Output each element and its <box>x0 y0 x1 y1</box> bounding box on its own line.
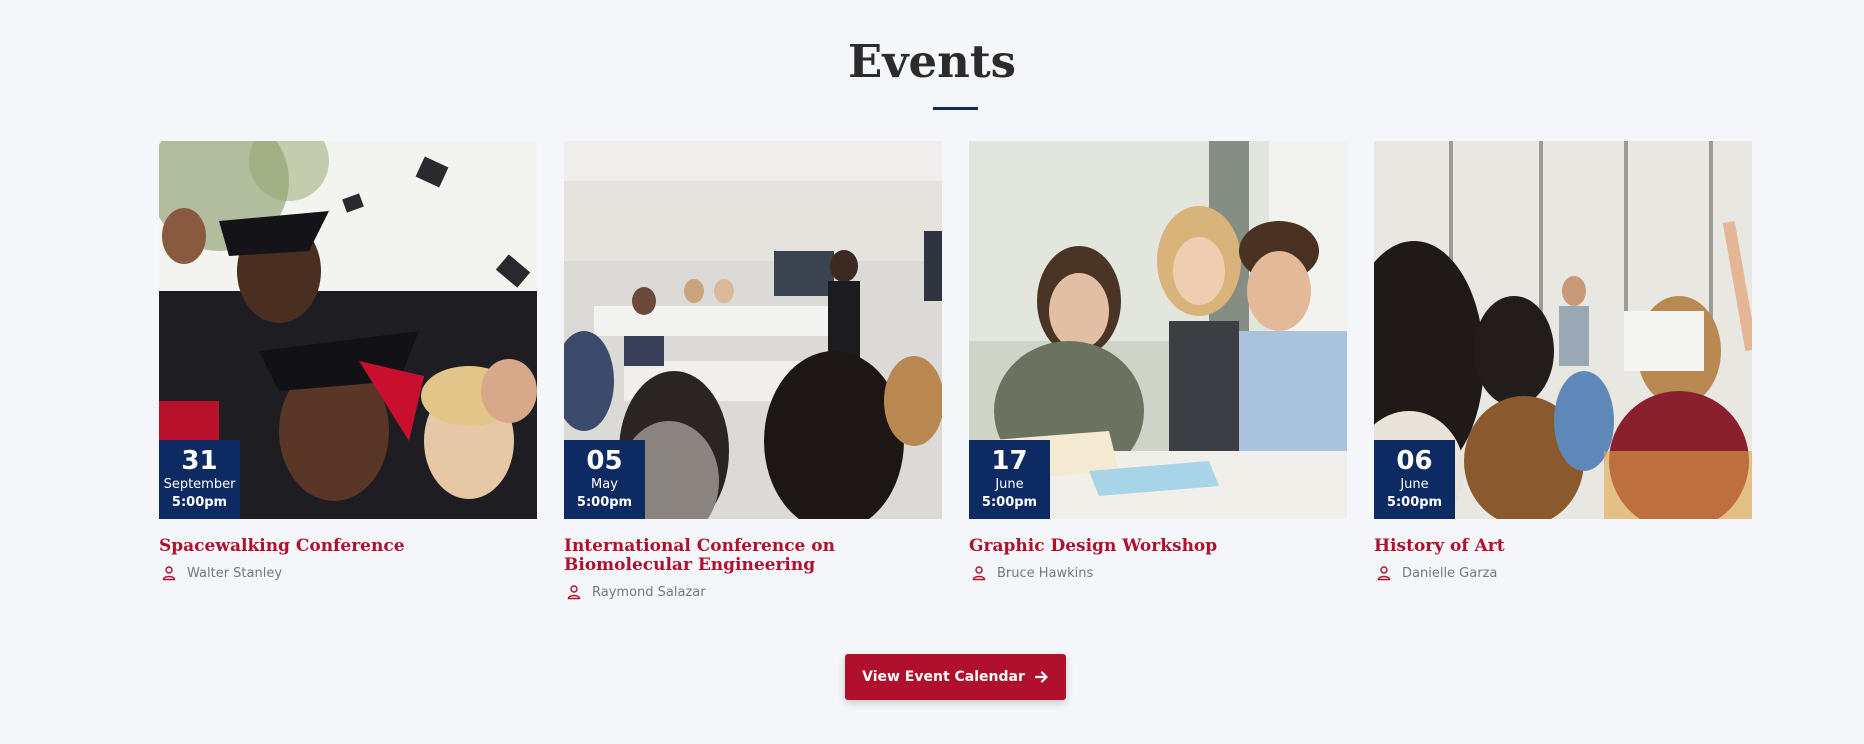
event-time: 5:00pm <box>981 495 1038 510</box>
event-card[interactable]: 31 September 5:00pm Spacewalking Confere… <box>159 141 537 600</box>
organizer-name: Raymond Salazar <box>592 584 706 600</box>
event-card[interactable]: 05 May 5:00pm International Conference o… <box>564 141 942 600</box>
event-image[interactable]: 31 September 5:00pm <box>159 141 537 519</box>
event-organizer: Bruce Hawkins <box>969 565 1347 581</box>
person-icon <box>567 585 581 600</box>
view-event-calendar-button[interactable]: View Event Calendar <box>845 654 1066 700</box>
section-title: Events <box>848 35 1016 88</box>
event-day: 31 <box>181 446 218 476</box>
event-title-link[interactable]: International Conference on Biomolecular… <box>564 537 942 575</box>
date-badge: 31 September 5:00pm <box>159 440 240 519</box>
event-month: May <box>591 477 618 492</box>
event-image[interactable]: 17 June 5:00pm <box>969 141 1347 519</box>
event-day: 05 <box>586 446 623 476</box>
event-organizer: Danielle Garza <box>1374 565 1752 581</box>
date-badge: 17 June 5:00pm <box>969 440 1050 519</box>
event-time: 5:00pm <box>171 495 228 510</box>
organizer-name: Bruce Hawkins <box>997 565 1094 581</box>
event-title-link[interactable]: Spacewalking Conference <box>159 537 537 556</box>
event-time: 5:00pm <box>1386 495 1443 510</box>
view-event-calendar-label: View Event Calendar <box>862 669 1025 685</box>
event-image[interactable]: 05 May 5:00pm <box>564 141 942 519</box>
event-day: 17 <box>991 446 1028 476</box>
event-time: 5:00pm <box>576 495 633 510</box>
title-underline <box>933 107 978 110</box>
date-badge: 06 June 5:00pm <box>1374 440 1455 519</box>
event-day: 06 <box>1396 446 1433 476</box>
event-title-link[interactable]: Graphic Design Workshop <box>969 537 1347 556</box>
person-icon <box>162 566 176 581</box>
events-grid: 31 September 5:00pm Spacewalking Confere… <box>159 141 1752 600</box>
event-card[interactable]: 06 June 5:00pm History of Art Danielle G… <box>1374 141 1752 600</box>
event-month: June <box>1400 477 1429 492</box>
date-badge: 05 May 5:00pm <box>564 440 645 519</box>
person-icon <box>972 566 986 581</box>
event-month: June <box>995 477 1024 492</box>
event-card[interactable]: 17 June 5:00pm Graphic Design Workshop B… <box>969 141 1347 600</box>
event-organizer: Raymond Salazar <box>564 584 942 600</box>
arrow-right-icon <box>1034 671 1048 683</box>
organizer-name: Walter Stanley <box>187 565 283 581</box>
event-month: September <box>163 477 236 492</box>
event-organizer: Walter Stanley <box>159 565 537 581</box>
event-title-link[interactable]: History of Art <box>1374 537 1752 556</box>
organizer-name: Danielle Garza <box>1402 565 1498 581</box>
event-image[interactable]: 06 June 5:00pm <box>1374 141 1752 519</box>
person-icon <box>1377 566 1391 581</box>
